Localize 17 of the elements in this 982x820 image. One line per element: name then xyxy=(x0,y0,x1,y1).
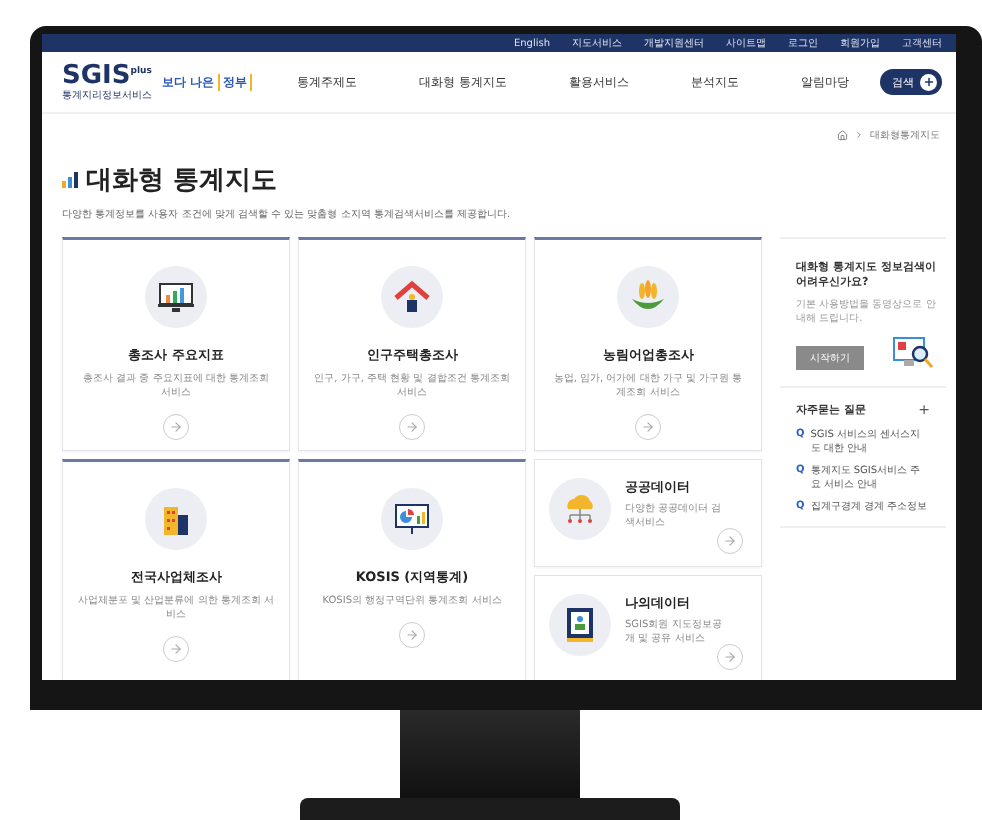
plus-icon xyxy=(922,76,935,88)
presentation-board-icon xyxy=(392,501,432,537)
arrow-button[interactable] xyxy=(163,414,189,440)
profile-book-icon xyxy=(563,606,597,644)
arrow-button[interactable] xyxy=(399,622,425,648)
arrow-button[interactable] xyxy=(717,644,743,670)
chart-monitor-icon xyxy=(156,280,196,314)
buildings-icon xyxy=(158,501,194,537)
house-icon xyxy=(392,280,432,314)
monitor-magnifier-icon xyxy=(892,335,936,370)
page-title: 대화형 통계지도 xyxy=(86,163,278,197)
arrow-button[interactable] xyxy=(399,414,425,440)
wheat-leaf-icon xyxy=(628,279,668,315)
arrow-button[interactable] xyxy=(163,636,189,662)
bar-chart-icon xyxy=(62,171,78,188)
arrow-button[interactable] xyxy=(635,414,661,440)
arrow-button[interactable] xyxy=(717,528,743,554)
